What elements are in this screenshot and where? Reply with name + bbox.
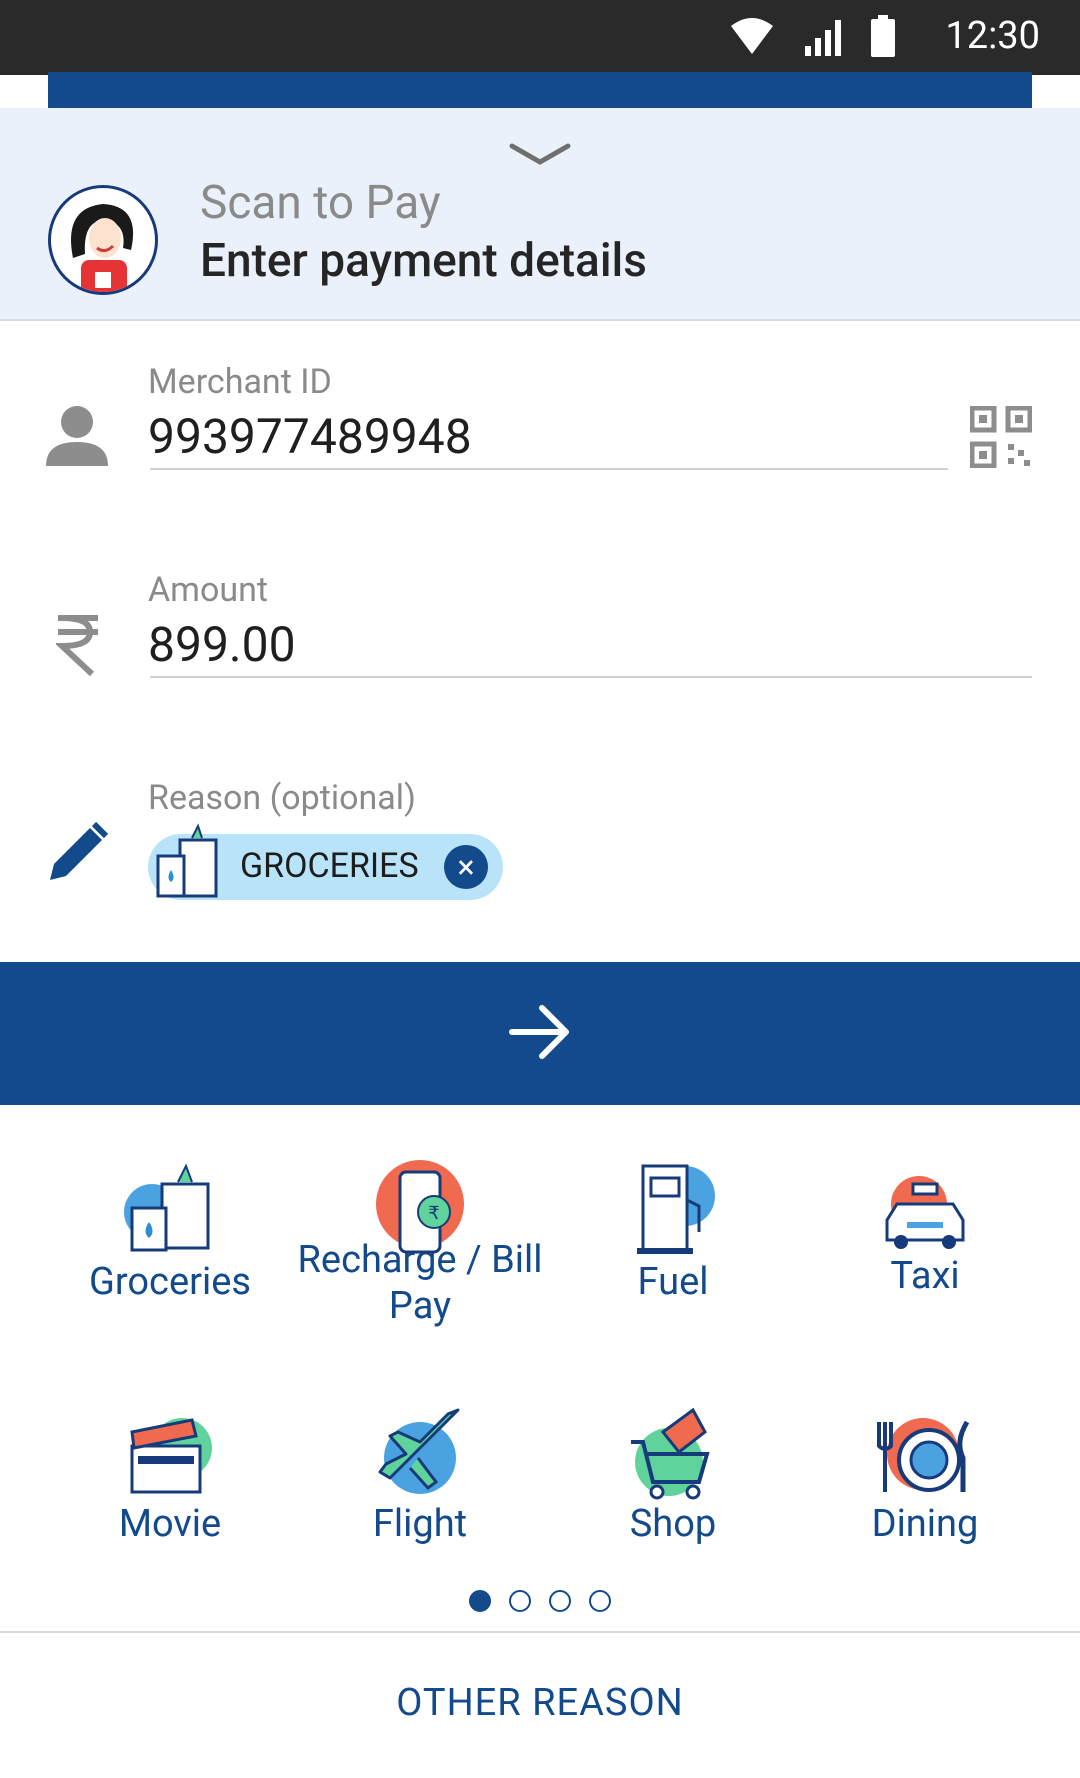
page-indicator [469,1590,611,1612]
dining-plate-icon [875,1402,975,1502]
qr-code-icon[interactable] [970,406,1032,468]
page-title: Enter payment details [200,234,647,288]
mobile-recharge-icon: ₹ [370,1160,470,1260]
category-movie[interactable]: Movie [45,1402,295,1548]
page-dot-1[interactable] [469,1590,491,1612]
close-icon[interactable]: × [444,845,488,889]
svg-text:₹: ₹ [428,1203,439,1224]
other-reason-button[interactable]: OTHER REASON [0,1681,1080,1725]
category-dining[interactable]: Dining [800,1402,1050,1548]
page-dot-2[interactable] [509,1590,531,1612]
movie-clapper-icon [120,1402,220,1502]
category-groceries[interactable]: Groceries [45,1160,295,1306]
category-recharge[interactable]: ₹ Recharge / Bill Pay [295,1160,545,1329]
rupee-icon [56,615,98,676]
merchant-id-underline [150,468,948,470]
airplane-icon [370,1402,470,1502]
page-dot-4[interactable] [589,1590,611,1612]
avatar-illustration-icon [71,204,134,292]
category-flight[interactable]: Flight [295,1402,545,1548]
fuel-icon [623,1160,723,1260]
status-bar: 12:30 [0,0,1080,75]
category-shop[interactable]: Shop [548,1402,798,1548]
next-button[interactable] [0,962,1080,1105]
reason-label: Reason (optional) [148,778,416,818]
amount-underline [150,676,1032,678]
category-fuel[interactable]: Fuel [548,1160,798,1306]
battery-icon [871,15,895,57]
status-time: 12:30 [945,14,1040,58]
arrow-right-icon [509,1005,569,1059]
amount-field[interactable]: 899.00 [148,616,296,673]
wifi-icon [731,18,773,54]
category-label: Flight [372,1502,468,1546]
merchant-id-label: Merchant ID [148,362,332,402]
pencil-icon [50,821,109,880]
category-label: Movie [118,1502,222,1546]
category-label: Taxi [890,1254,960,1298]
category-label: Groceries [89,1260,251,1304]
reason-chip[interactable]: GROCERIES × [148,823,503,900]
category-label: Shop [629,1502,717,1546]
person-icon [46,406,108,466]
app-bar-strip [48,72,1032,108]
category-label: Dining [871,1502,979,1546]
footer: OTHER REASON [0,1631,1080,1778]
header-panel: Scan to Pay Enter payment details [0,108,1080,321]
avatar [48,185,158,295]
header-subtitle: Scan to Pay [200,176,441,230]
groceries-icon [120,1160,220,1260]
chevron-down-icon[interactable] [508,140,572,170]
merchant-id-field[interactable]: 993977489948 [148,408,472,465]
category-label: Fuel [637,1260,709,1304]
signal-icon [805,20,841,56]
taxi-icon [875,1160,975,1260]
amount-label: Amount [148,570,269,610]
groceries-bag-icon [156,823,218,898]
shopping-cart-icon [623,1402,723,1502]
page-dot-3[interactable] [549,1590,571,1612]
category-taxi[interactable]: Taxi [800,1160,1050,1300]
reason-chip-label: GROCERIES [240,846,419,886]
